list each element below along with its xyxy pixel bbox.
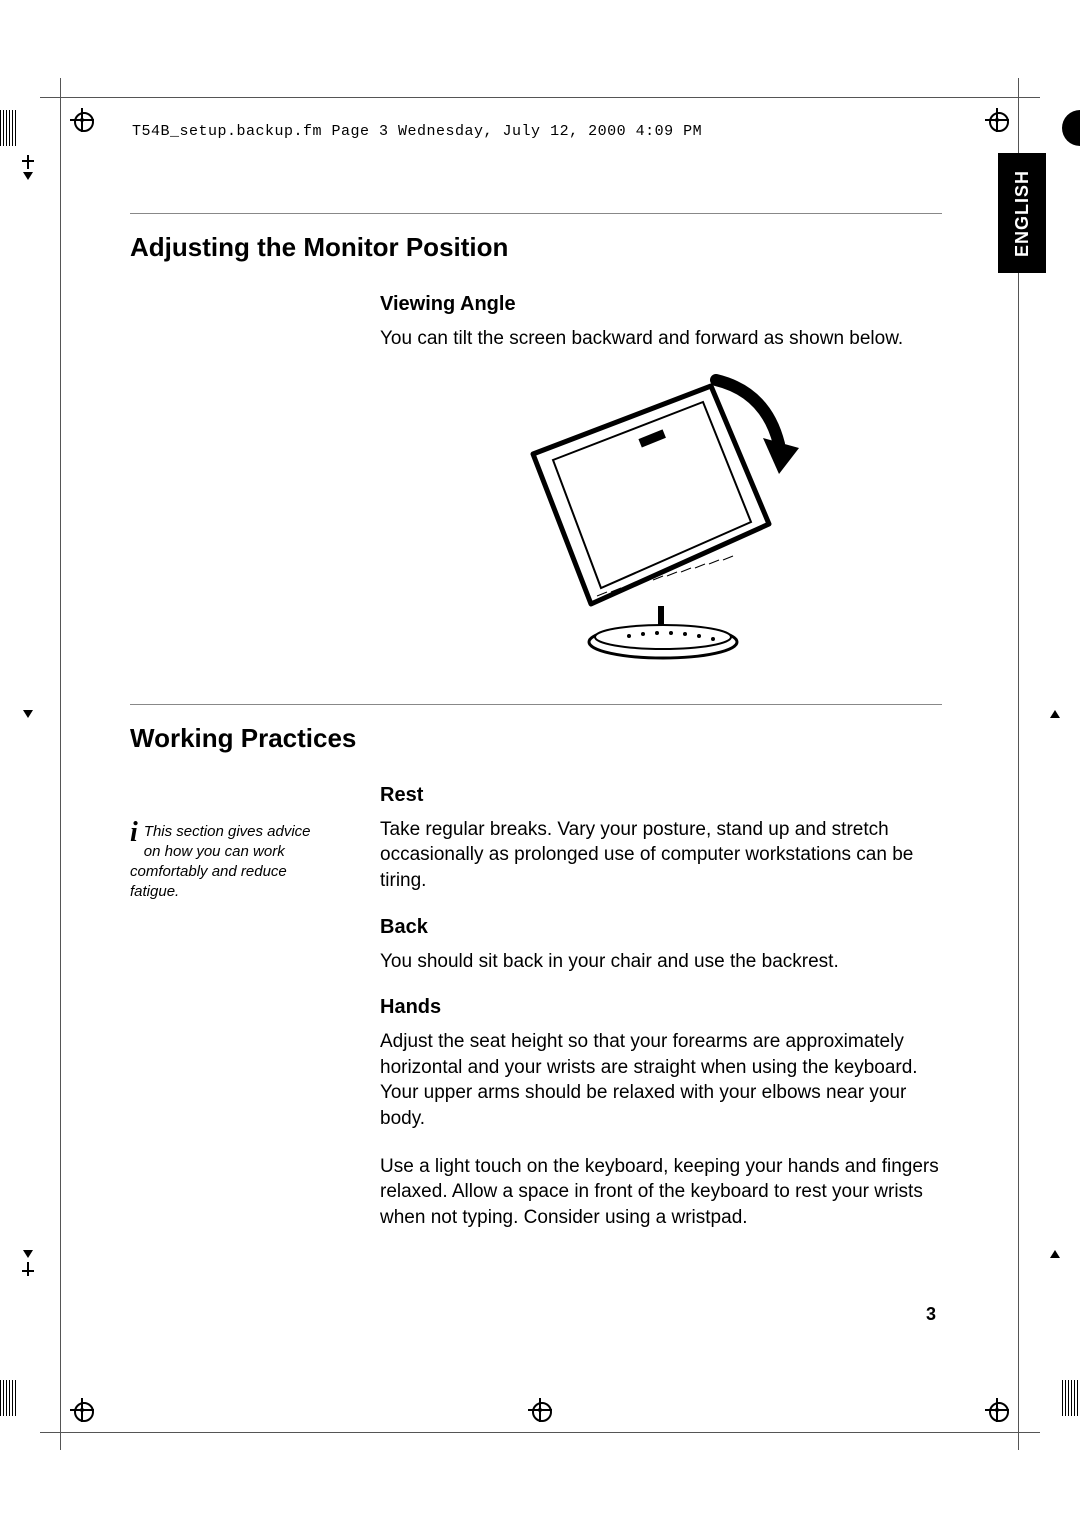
monitor-tilt-illustration xyxy=(511,374,811,664)
arrow-icon xyxy=(1050,710,1060,718)
paragraph: Use a light touch on the keyboard, keepi… xyxy=(380,1154,942,1231)
section-heading-adjusting: Adjusting the Monitor Position xyxy=(130,232,942,263)
running-header: T54B_setup.backup.fm Page 3 Wednesday, J… xyxy=(132,123,702,140)
divider xyxy=(130,704,942,705)
info-icon: i xyxy=(130,822,138,844)
frame-guide xyxy=(40,1432,1040,1433)
frame-guide xyxy=(40,97,1040,98)
crop-mark xyxy=(27,1262,29,1276)
frame-guide xyxy=(1018,78,1019,1450)
viewing-angle-block: Viewing Angle You can tilt the screen ba… xyxy=(380,293,942,664)
page-frame: T54B_setup.backup.fm Page 3 Wednesday, J… xyxy=(74,103,1006,1425)
subheading-hands: Hands xyxy=(380,996,942,1019)
side-note-text: This section gives advice on how you can… xyxy=(130,823,311,901)
language-tab-label: ENGLISH xyxy=(1012,169,1033,256)
paragraph: You should sit back in your chair and us… xyxy=(380,949,942,975)
subheading-viewing-angle: Viewing Angle xyxy=(380,293,942,316)
crop-mark xyxy=(22,1270,34,1272)
paragraph: Adjust the seat height so that your fore… xyxy=(380,1029,942,1132)
frame-guide xyxy=(60,78,61,1450)
arrow-icon xyxy=(1050,1250,1060,1258)
section-heading-working-practices: Working Practices xyxy=(130,723,942,754)
side-note: i This section gives advice on how you c… xyxy=(130,822,330,903)
subheading-back: Back xyxy=(380,916,942,939)
print-mark-right-bottom xyxy=(1062,1380,1080,1416)
working-practices-block: i This section gives advice on how you c… xyxy=(130,784,942,1231)
arrow-icon xyxy=(23,1250,33,1258)
page-number: 3 xyxy=(926,1304,936,1325)
crop-mark xyxy=(27,155,29,169)
crop-mark xyxy=(22,160,34,162)
paragraph: You can tilt the screen backward and for… xyxy=(380,326,942,352)
arrow-icon xyxy=(23,172,33,180)
subheading-rest: Rest xyxy=(380,784,942,807)
rest-block: Rest Take regular breaks. Vary your post… xyxy=(380,784,942,1231)
language-tab: ENGLISH xyxy=(998,153,1046,273)
print-mark-left-bottom xyxy=(0,1380,18,1416)
print-mark-left-top xyxy=(0,110,18,146)
arrow-icon xyxy=(23,710,33,718)
paragraph: Take regular breaks. Vary your posture, … xyxy=(380,817,942,894)
divider xyxy=(130,213,942,214)
print-mark-right-top xyxy=(1062,110,1080,146)
page-content: Adjusting the Monitor Position Viewing A… xyxy=(130,213,942,1253)
